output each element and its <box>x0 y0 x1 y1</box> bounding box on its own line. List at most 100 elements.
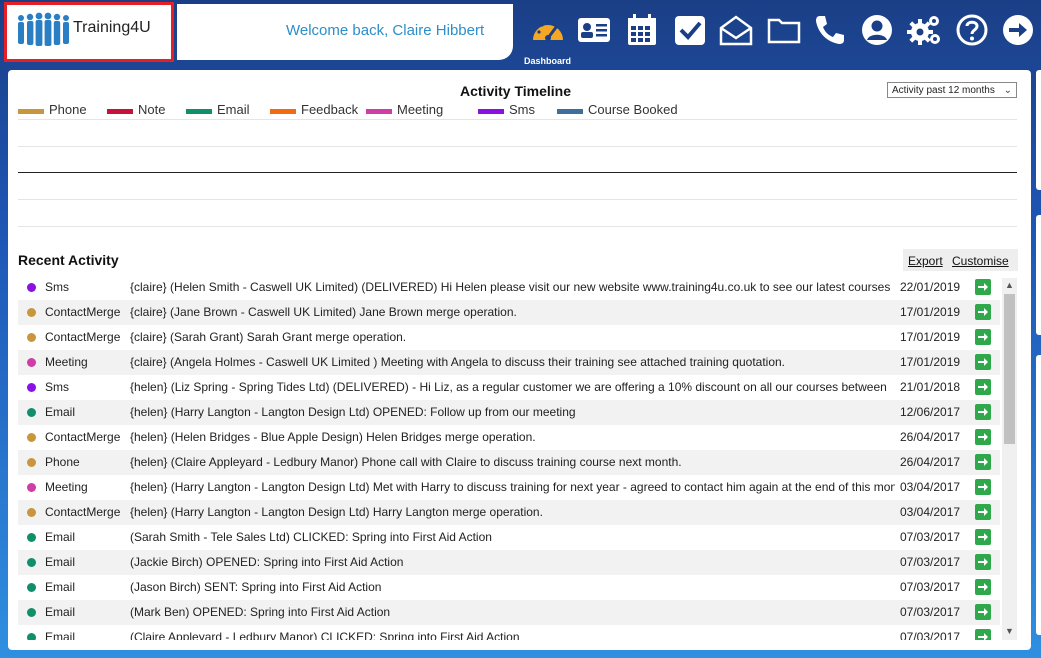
activity-date: 17/01/2019 <box>900 355 961 369</box>
activity-type-dot-icon <box>27 383 36 392</box>
activity-type: Email <box>45 555 76 569</box>
scroll-up-icon[interactable]: ▲ <box>1002 280 1017 292</box>
activity-description: {claire} (Sarah Grant) Sarah Grant merge… <box>130 330 407 344</box>
recent-activity-title: Recent Activity <box>18 252 119 268</box>
activity-row[interactable]: ContactMerge {helen} (Helen Bridges - Blu… <box>18 425 1000 450</box>
logout-arrow-icon[interactable] <box>1000 12 1036 48</box>
activity-type: Email <box>45 405 76 419</box>
activity-date: 17/01/2019 <box>900 305 961 319</box>
activity-description: {helen} (Helen Bridges - Blue Apple Desi… <box>130 430 536 444</box>
activity-date: 07/03/2017 <box>900 580 961 594</box>
open-activity-arrow-icon[interactable] <box>975 354 991 370</box>
activity-description: {claire} (Jane Brown - Caswell UK Limite… <box>130 305 517 319</box>
activity-row[interactable]: Sms {helen} (Liz Spring - Spring Tides Lt… <box>18 375 1000 400</box>
open-activity-arrow-icon[interactable] <box>975 379 991 395</box>
legend-label: Email <box>217 102 250 117</box>
activity-description: {helen} (Harry Langton - Langton Design … <box>130 505 543 519</box>
open-activity-arrow-icon[interactable] <box>975 504 991 520</box>
activity-date: 03/04/2017 <box>900 480 961 494</box>
activity-description: (Claire Appleyard - Ledbury Manor) CLICK… <box>130 630 520 640</box>
open-activity-arrow-icon[interactable] <box>975 429 991 445</box>
activity-type-dot-icon <box>27 558 36 567</box>
phone-icon[interactable] <box>812 12 848 48</box>
activity-description: (Jackie Birch) OPENED: Spring into First… <box>130 555 404 569</box>
grid-line <box>18 199 1017 200</box>
open-activity-arrow-icon[interactable] <box>975 479 991 495</box>
help-icon[interactable] <box>954 12 990 48</box>
activity-date: 21/01/2018 <box>900 380 961 394</box>
activity-type-dot-icon <box>27 358 36 367</box>
people-logo-icon <box>18 12 69 46</box>
open-activity-arrow-icon[interactable] <box>975 454 991 470</box>
activity-row[interactable]: Phone {helen} (Claire Appleyard - Ledbury… <box>18 450 1000 475</box>
export-link[interactable]: Export <box>908 254 943 268</box>
settings-icon[interactable] <box>906 12 942 48</box>
open-activity-arrow-icon[interactable] <box>975 579 991 595</box>
activity-row[interactable]: Meeting {claire} (Angela Holmes - Caswell… <box>18 350 1000 375</box>
open-activity-arrow-icon[interactable] <box>975 629 991 640</box>
activity-date: 26/04/2017 <box>900 430 961 444</box>
activity-type: Sms <box>45 380 69 394</box>
activity-date: 03/04/2017 <box>900 505 961 519</box>
activity-row[interactable]: Sms {claire} (Helen Smith - Caswell UK Li… <box>18 275 1000 300</box>
dashboard-icon[interactable] <box>530 12 566 48</box>
period-select[interactable]: Activity past 12 months ⌄ <box>887 82 1017 98</box>
activity-row[interactable]: Email (Mark Ben) OPENED: Spring into Firs… <box>18 600 1000 625</box>
activity-row[interactable]: Email (Claire Appleyard - Ledbury Manor) … <box>18 625 1000 640</box>
mail-icon[interactable] <box>718 12 754 48</box>
activity-row[interactable]: ContactMerge {claire} (Jane Brown - Caswe… <box>18 300 1000 325</box>
activity-type: Sms <box>45 280 69 294</box>
open-activity-arrow-icon[interactable] <box>975 329 991 345</box>
open-activity-arrow-icon[interactable] <box>975 304 991 320</box>
activity-description: {helen} (Claire Appleyard - Ledbury Mano… <box>130 455 682 469</box>
calendar-icon[interactable] <box>624 12 660 48</box>
open-activity-arrow-icon[interactable] <box>975 279 991 295</box>
activity-description: {helen} (Liz Spring - Spring Tides Ltd) … <box>130 380 887 394</box>
timeline-axis <box>18 172 1017 173</box>
activity-date: 12/06/2017 <box>900 405 961 419</box>
activity-row[interactable]: Email (Sarah Smith - Tele Sales Ltd) CLIC… <box>18 525 1000 550</box>
activity-date: 17/01/2019 <box>900 330 961 344</box>
activity-date: 22/01/2019 <box>900 280 961 294</box>
activity-row[interactable]: ContactMerge {helen} (Harry Langton - Lan… <box>18 500 1000 525</box>
recent-activity-list: Sms {claire} (Helen Smith - Caswell UK Li… <box>18 275 1000 640</box>
open-activity-arrow-icon[interactable] <box>975 604 991 620</box>
activity-row[interactable]: ContactMerge {claire} (Sarah Grant) Sarah… <box>18 325 1000 350</box>
logo[interactable]: Training4U <box>4 2 174 62</box>
activity-row[interactable]: Email (Jason Birch) SENT: Spring into Fir… <box>18 575 1000 600</box>
scroll-thumb[interactable] <box>1004 294 1015 444</box>
side-panel-edge <box>1036 70 1041 190</box>
activity-date: 26/04/2017 <box>900 455 961 469</box>
activity-description: {claire} (Helen Smith - Caswell UK Limit… <box>130 280 891 294</box>
user-profile-icon[interactable] <box>859 12 895 48</box>
activity-scrollbar[interactable]: ▲ ▼ <box>1002 278 1017 640</box>
legend-swatch <box>107 109 133 114</box>
side-panel-edge <box>1036 215 1041 335</box>
side-panel-edge <box>1036 355 1041 635</box>
logo-text: Training4U <box>73 19 151 36</box>
activity-row[interactable]: Meeting {helen} (Harry Langton - Langton … <box>18 475 1000 500</box>
open-activity-arrow-icon[interactable] <box>975 529 991 545</box>
recent-actions-bar: Export Customise <box>903 249 1018 271</box>
legend-swatch <box>557 109 583 114</box>
grid-line <box>18 119 1017 120</box>
activity-type: ContactMerge <box>45 505 121 519</box>
contacts-icon[interactable] <box>576 12 612 48</box>
activity-type: ContactMerge <box>45 330 121 344</box>
customise-link[interactable]: Customise <box>952 254 1009 268</box>
scroll-down-icon[interactable]: ▼ <box>1002 626 1017 638</box>
open-activity-arrow-icon[interactable] <box>975 554 991 570</box>
legend-label: Note <box>138 102 166 117</box>
activity-date: 07/03/2017 <box>900 555 961 569</box>
legend-label: Meeting <box>397 102 444 117</box>
activity-date: 07/03/2017 <box>900 630 961 640</box>
legend-label: Sms <box>509 102 535 117</box>
open-activity-arrow-icon[interactable] <box>975 404 991 420</box>
tasks-icon[interactable] <box>672 12 708 48</box>
activity-type-dot-icon <box>27 283 36 292</box>
activity-type-dot-icon <box>27 433 36 442</box>
activity-row[interactable]: Email {helen} (Harry Langton - Langton De… <box>18 400 1000 425</box>
activity-row[interactable]: Email (Jackie Birch) OPENED: Spring into … <box>18 550 1000 575</box>
folder-icon[interactable] <box>766 12 802 48</box>
activity-description: (Jason Birch) SENT: Spring into First Ai… <box>130 580 382 594</box>
